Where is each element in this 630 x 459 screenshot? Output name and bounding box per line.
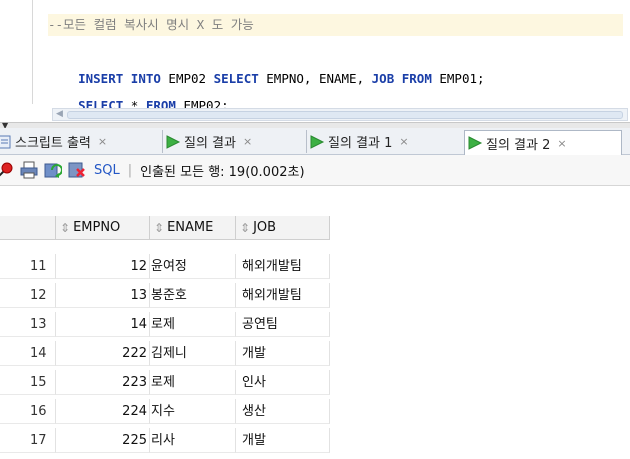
run-arrow-icon (309, 134, 325, 149)
tab-label: 질의 결과 (184, 136, 236, 151)
cell-empno[interactable]: 224 (56, 399, 150, 424)
table-row[interactable]: 12 13 봉준호 해외개발팀 (0, 283, 330, 308)
pin-icon[interactable] (0, 161, 14, 179)
sort-icon[interactable]: ⇕ (240, 221, 250, 235)
sql-link[interactable]: SQL (94, 163, 120, 178)
cell-empno[interactable]: 222 (56, 341, 150, 366)
cell-ename[interactable]: 김제니 (150, 341, 236, 366)
scrollbar-thumb[interactable] (67, 111, 623, 119)
close-icon[interactable]: × (98, 135, 107, 148)
row-number: 13 (0, 312, 56, 337)
tab-label: 스크립트 출력 (15, 136, 91, 151)
tab-label: 질의 결과 2 (486, 137, 551, 153)
fetch-status: 인출된 모든 행: 19(0.002초) (140, 164, 305, 180)
tab-query-result-2[interactable]: 질의 결과 2 × (464, 130, 622, 155)
print-icon[interactable] (20, 161, 38, 179)
partially-hidden-row (0, 240, 330, 245)
code-text: EMP01; (431, 71, 485, 86)
cell-job[interactable]: 해외개발팀 (236, 254, 330, 279)
sort-icon[interactable]: ⇕ (60, 221, 70, 235)
cell-ename[interactable]: 로제 (150, 312, 236, 337)
document-icon (0, 135, 12, 149)
comment-line: --모든 컬럼 복사시 명시 X 도 가능 (48, 14, 623, 36)
table-row[interactable]: 15 223 로제 인사 (0, 370, 330, 395)
keyword: FROM (401, 71, 432, 86)
cell-empno[interactable]: 14 (56, 312, 150, 337)
close-icon[interactable]: × (557, 137, 566, 150)
toolbar-separator: | (127, 162, 133, 178)
cell-ename[interactable]: 로제 (150, 370, 236, 395)
column-header-job[interactable]: ⇕ JOB (236, 216, 330, 240)
column-label: ENAME (167, 220, 214, 235)
close-icon[interactable]: × (399, 135, 408, 148)
scroll-left-icon[interactable]: ◀ (56, 109, 63, 119)
cell-empno[interactable]: 13 (56, 283, 150, 308)
result-toolbar: SQL | 인출된 모든 행: 19(0.002초) (0, 155, 630, 186)
row-number: 15 (0, 370, 56, 395)
table-row[interactable]: 16 224 지수 생산 (0, 399, 330, 424)
tab-label: 질의 결과 1 (328, 136, 393, 151)
tab-script-output[interactable]: 스크립트 출력 × (0, 130, 158, 153)
run-arrow-icon (467, 136, 483, 150)
cell-job[interactable]: 인사 (236, 370, 330, 395)
cell-empno[interactable]: 12 (56, 254, 150, 279)
row-number-header (0, 216, 56, 240)
row-number: 16 (0, 399, 56, 424)
refresh-icon[interactable] (44, 161, 63, 179)
column-header-ename[interactable]: ⇕ ENAME (150, 216, 236, 240)
table-row[interactable]: 13 14 로제 공연팀 (0, 312, 330, 337)
run-arrow-icon (165, 134, 181, 149)
tab-query-result-1[interactable]: 질의 결과 1 × (306, 130, 462, 153)
cell-ename[interactable]: 윤여정 (150, 254, 236, 279)
row-number: 17 (0, 428, 56, 453)
cell-ename[interactable]: 봉준호 (150, 283, 236, 308)
result-tabs: 스크립트 출력 × 질의 결과 × 질의 결과 1 × 질의 결과 2 × (0, 128, 630, 155)
editor-horizontal-scrollbar[interactable]: ◀ (52, 108, 628, 121)
close-icon[interactable]: × (243, 135, 252, 148)
cell-empno[interactable]: 225 (56, 428, 150, 453)
table-row[interactable]: 14 222 김제니 개발 (0, 341, 330, 366)
column-label: JOB (253, 220, 277, 235)
cell-job[interactable]: 해외개발팀 (236, 283, 330, 308)
cell-job[interactable]: 개발 (236, 341, 330, 366)
table-row[interactable]: 11 12 윤여정 해외개발팀 (0, 254, 330, 279)
cell-ename[interactable]: 지수 (150, 399, 236, 424)
cell-job[interactable]: 개발 (236, 428, 330, 453)
table-row[interactable]: 17 225 리사 개발 (0, 428, 330, 453)
keyword: JOB (371, 71, 395, 86)
cell-empno[interactable]: 223 (56, 370, 150, 395)
cell-ename[interactable]: 리사 (150, 428, 236, 453)
export-icon[interactable] (68, 161, 86, 179)
row-number: 12 (0, 283, 56, 308)
row-number: 14 (0, 341, 56, 366)
tab-query-result[interactable]: 질의 결과 × (162, 130, 304, 153)
editor-gutter (32, 0, 33, 104)
cell-job[interactable]: 공연팀 (236, 312, 330, 337)
column-header-empno[interactable]: ⇕ EMPNO (56, 216, 150, 240)
sort-icon[interactable]: ⇕ (154, 221, 164, 235)
cell-job[interactable]: 생산 (236, 399, 330, 424)
column-label: EMPNO (73, 220, 121, 235)
row-number: 11 (0, 254, 56, 279)
code-text: EMPNO, ENAME, (258, 71, 372, 86)
sql-editor[interactable]: --모든 컬럼 복사시 명시 X 도 가능 INSERT INTO EMP02 … (0, 0, 630, 122)
